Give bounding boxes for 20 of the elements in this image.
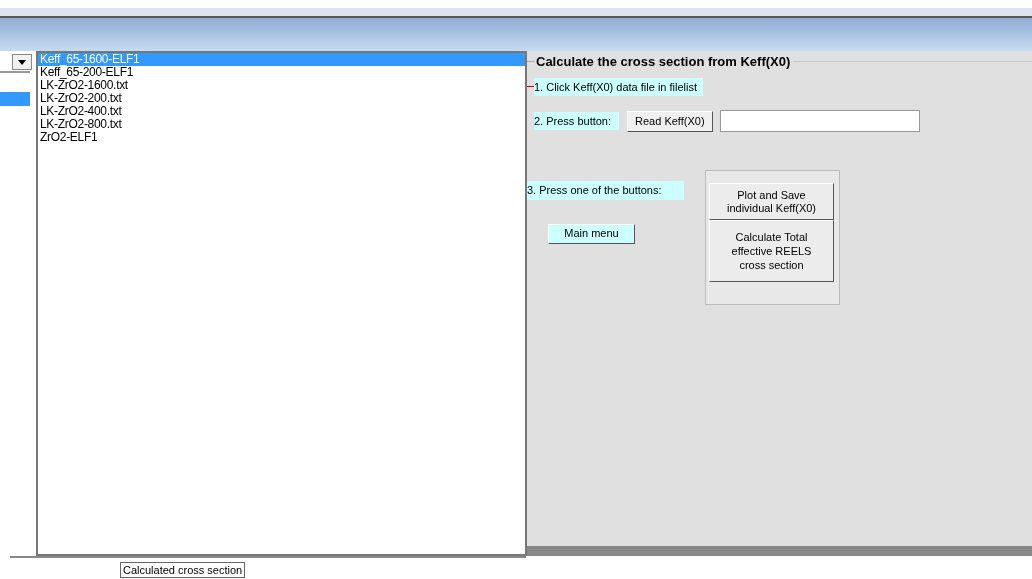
file-list-item[interactable]: LK-ZrO2-400.txt [38,105,525,118]
step-label: 2. Press button: [534,111,620,131]
dropdown-button[interactable] [12,54,32,70]
file-list-item[interactable]: ZrO2-ELF1 [38,131,525,144]
step-label: 1. Click Keff(X0) data file in filelist [534,77,704,96]
file-list-item[interactable]: LK-ZrO2-1600.txt [38,79,525,92]
file-list[interactable]: Keff_65-1600-ELF1 Keff_65-200-ELF1 LK-ZrO2-1600.txt LK-ZrO2-200.txt LK-ZrO2-400.txt LK-ZrO2-800.txt ZrO2-ELF1 [36,51,527,556]
status-tooltip: Calculated cross section [120,562,246,578]
step-label: 3. Press one of the buttons: [527,181,684,200]
file-list-item[interactable]: LK-ZrO2-200.txt [38,92,525,105]
read-button[interactable]: Read Keff(X0) [627,110,713,132]
group-title: Calculate the cross section from Keff(X0) [535,53,792,71]
main-menu-button[interactable]: Main menu [548,223,635,244]
selection-highlight [0,92,30,106]
plot-button[interactable]: Plot and Save individual Keff(X0) [709,183,834,220]
file-list-item[interactable]: LK-ZrO2-800.txt [38,118,525,131]
text-field[interactable] [719,110,920,132]
caret-icon [18,59,26,65]
file-list-item[interactable]: Keff_65-200-ELF1 [38,66,525,79]
calculate-button[interactable]: Calculate Total effective REELS cross section [709,220,834,282]
